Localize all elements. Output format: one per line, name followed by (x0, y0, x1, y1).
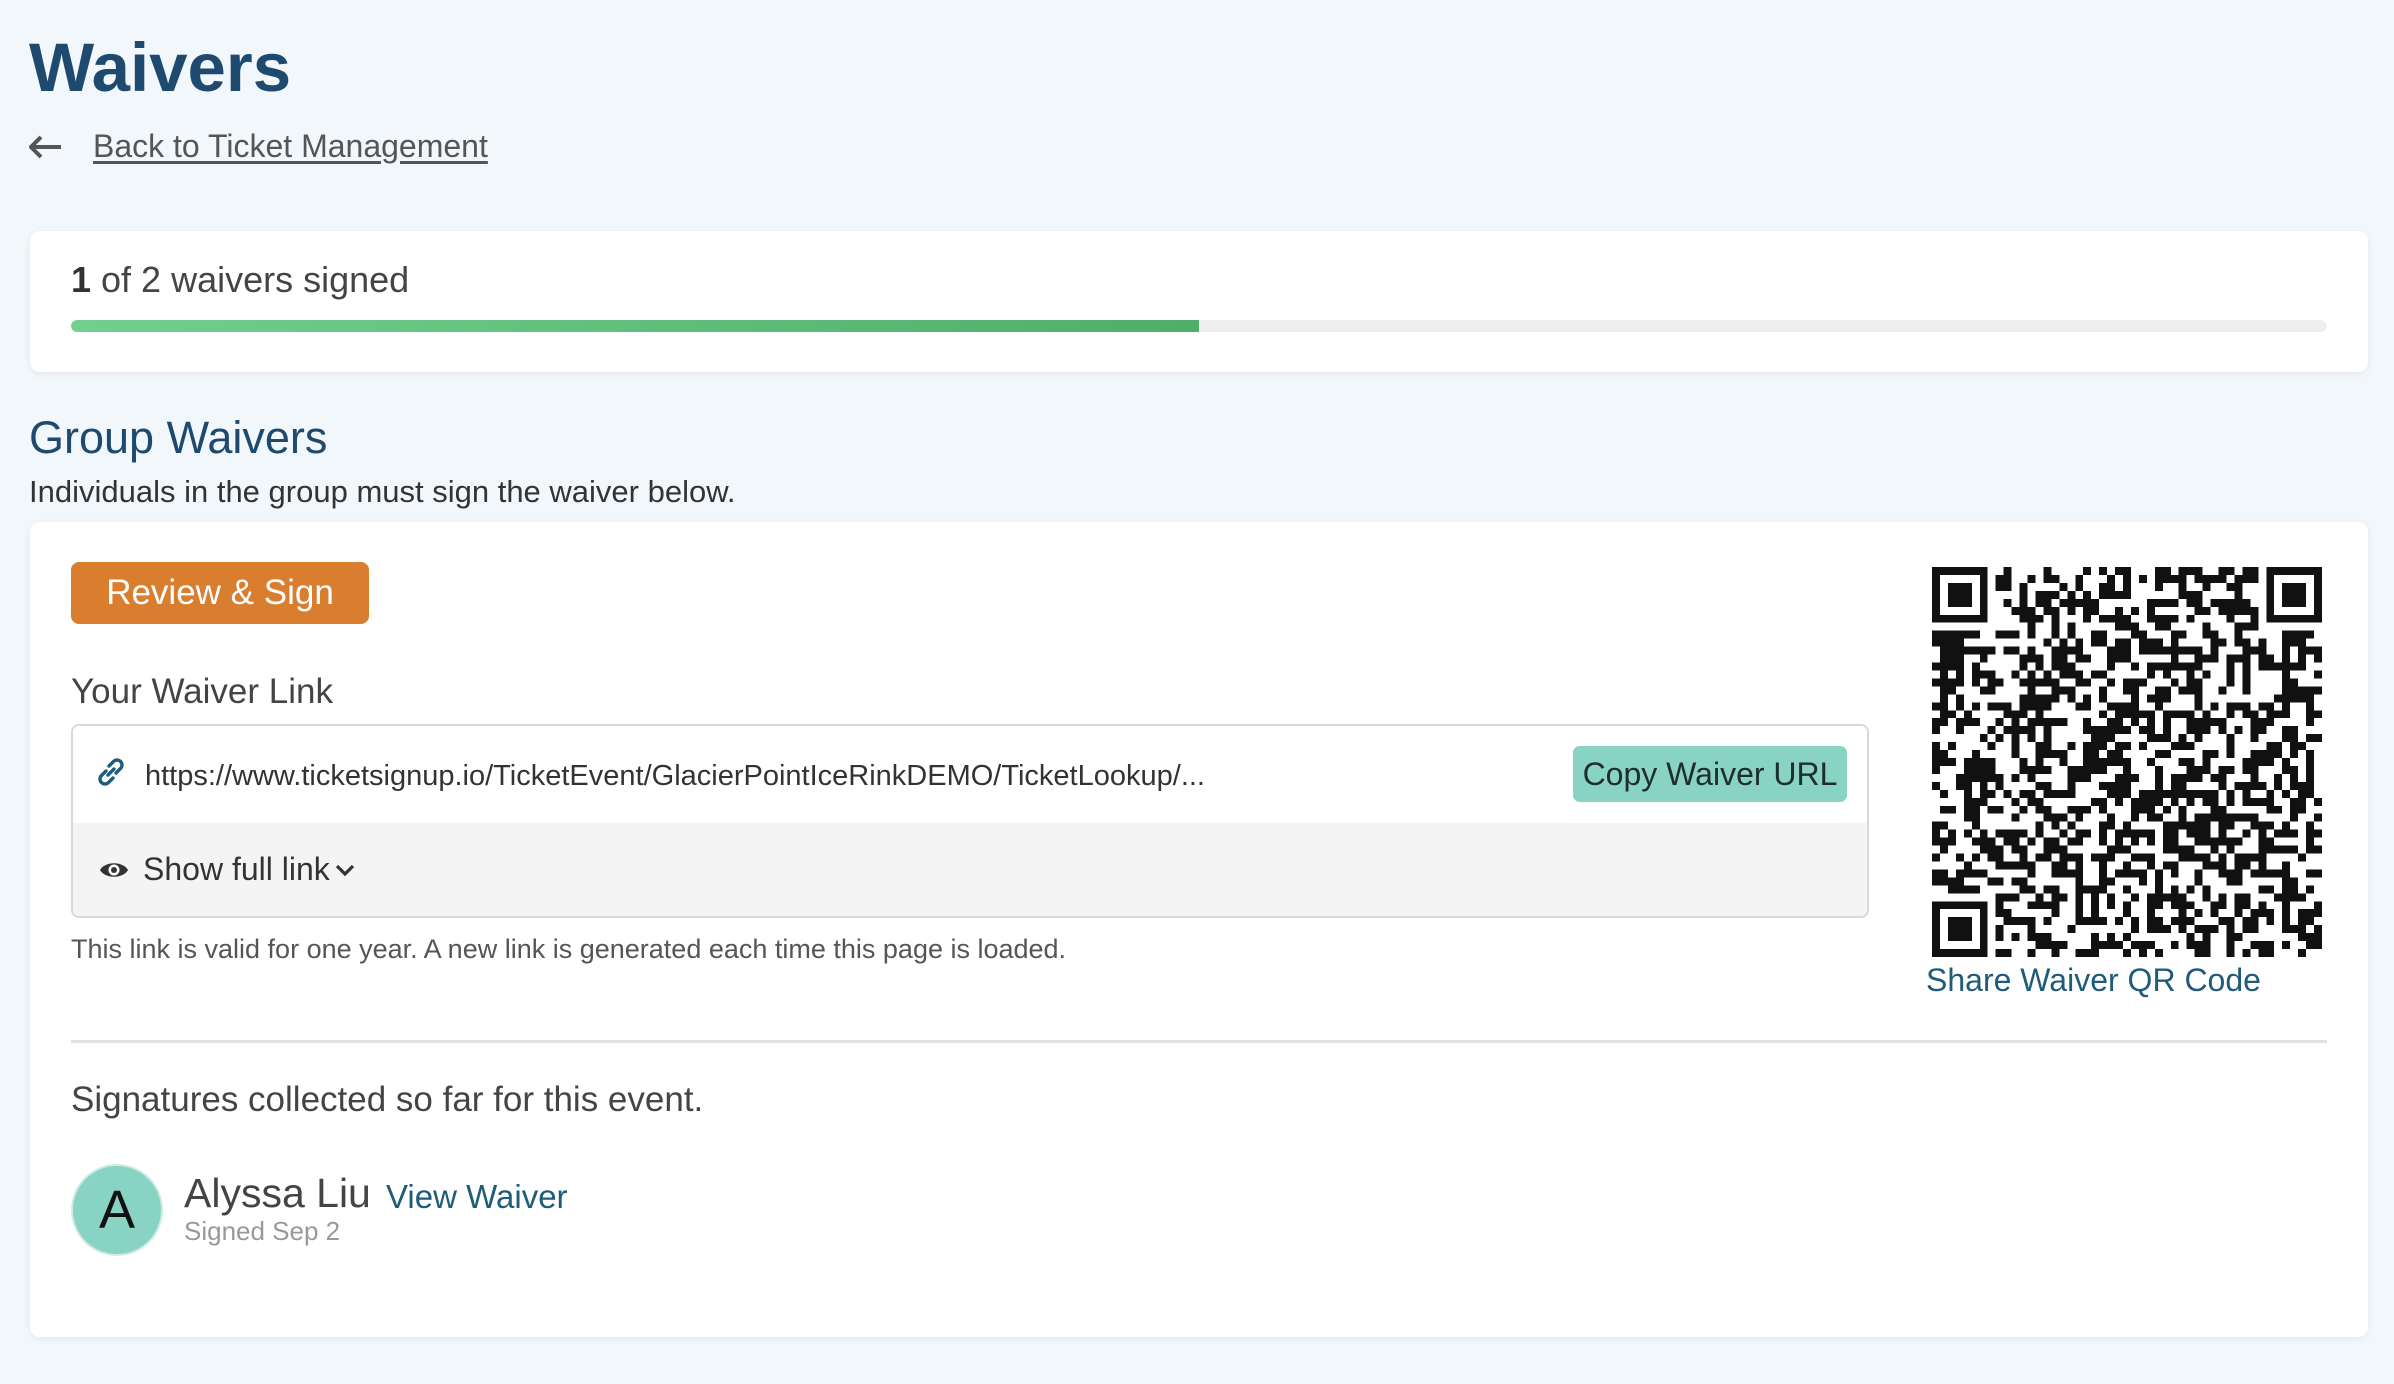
qr-modules (1932, 567, 2322, 957)
group-waiver-card: Review & Sign Your Waiver Link https://w… (30, 522, 2368, 1337)
qr-finder-pattern (1932, 901, 1988, 957)
progress-bar-fill (71, 320, 1199, 332)
review-and-sign-button[interactable]: Review & Sign (71, 562, 369, 624)
waiver-link-row: https://www.ticketsignup.io/TicketEvent/… (73, 726, 1867, 823)
signer-name: Alyssa Liu (184, 1170, 371, 1216)
chevron-down-icon (335, 864, 354, 876)
back-to-ticket-management-link[interactable]: Back to Ticket Management (29, 128, 488, 165)
qr-finder-pattern (2266, 567, 2322, 623)
back-link-label: Back to Ticket Management (93, 128, 488, 164)
show-full-link-label: Show full link (143, 851, 330, 887)
qr-finder-pattern (1932, 567, 1988, 623)
group-waivers-title: Group Waivers (29, 412, 328, 463)
waiver-link-box: https://www.ticketsignup.io/TicketEvent/… (71, 724, 1869, 918)
share-waiver-qr-code-link[interactable]: Share Waiver QR Code (1926, 962, 2261, 999)
avatar: A (71, 1164, 163, 1256)
signed-count: 1 (71, 259, 92, 300)
waiver-link-label: Your Waiver Link (71, 672, 333, 711)
waiver-progress-card: 1 of 2 waivers signed (30, 231, 2368, 372)
section-divider (71, 1040, 2327, 1043)
signatures-heading: Signatures collected so far for this eve… (71, 1080, 704, 1119)
waiver-link-note: This link is valid for one year. A new l… (71, 934, 1067, 964)
page-title: Waivers (29, 29, 292, 106)
progress-bar (71, 320, 2327, 332)
signed-date: Signed Sep 2 (184, 1216, 341, 1246)
arrow-left-icon (29, 135, 61, 158)
show-full-link-toggle[interactable]: Show full link (73, 823, 1867, 916)
view-waiver-link[interactable]: View Waiver (386, 1178, 568, 1216)
chain-link-icon (98, 758, 124, 786)
waiver-link-url: https://www.ticketsignup.io/TicketEvent/… (145, 760, 1205, 792)
waiver-qr-code[interactable] (1932, 567, 2322, 957)
progress-suffix: of 2 waivers signed (91, 259, 410, 300)
progress-label: 1 of 2 waivers signed (71, 259, 409, 301)
group-waivers-description: Individuals in the group must sign the w… (29, 474, 736, 509)
copy-waiver-url-button[interactable]: Copy Waiver URL (1573, 746, 1847, 802)
waivers-page: Waivers Back to Ticket Management 1 of 2… (0, 0, 2394, 1384)
eye-icon (100, 862, 128, 877)
